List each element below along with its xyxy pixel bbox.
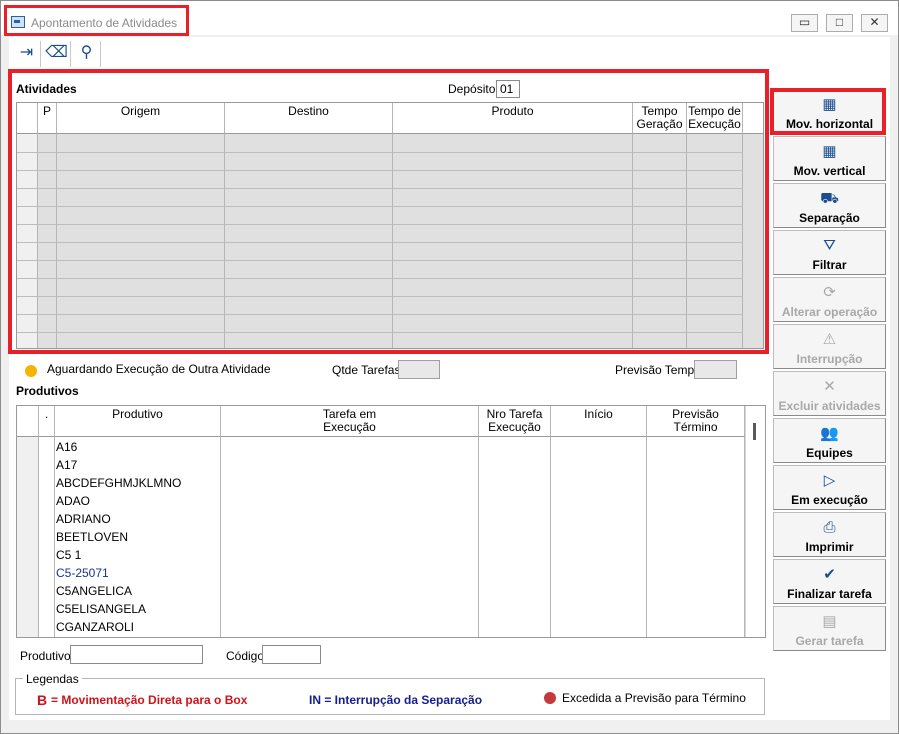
- produtivo-row-name[interactable]: A16: [56, 440, 77, 454]
- previsao-tempo-field: [694, 360, 737, 379]
- produtivo-row-name[interactable]: ADRIANO: [56, 512, 111, 526]
- col-dot: [39, 437, 55, 637]
- col-nro-line1: Nro Tarefa: [486, 407, 543, 421]
- legend-in-text: IN = Interrupção da Separação: [309, 693, 483, 707]
- side-button-label: Gerar tarefa: [795, 634, 864, 648]
- produtivo-row-name[interactable]: C5ANGELICA: [56, 584, 132, 598]
- filter-icon: ⛛: [823, 237, 836, 254]
- previsao-tempo-label: Previsão Tempo: [615, 363, 701, 377]
- col-tarefa-line1: Tarefa em: [322, 407, 377, 421]
- col-tarefa-header[interactable]: Tarefa em Execução: [221, 406, 479, 437]
- hand-truck-icon: ⛟: [820, 190, 839, 207]
- aguardando-label: Aguardando Execução de Outra Atividade: [47, 362, 271, 376]
- side-button-alterar-opera-o[interactable]: ⟳ Alterar operação: [773, 277, 886, 322]
- side-button-equipes[interactable]: 👥 Equipes: [773, 418, 886, 463]
- codigo-filter-label: Código: [226, 649, 265, 663]
- produtivo-filter-label: Produtivo: [20, 649, 71, 663]
- side-button-gerar-tarefa[interactable]: ▤ Gerar tarefa: [773, 606, 886, 651]
- side-button-label: Filtrar: [812, 258, 847, 272]
- side-button-label: Equipes: [806, 446, 853, 460]
- printer-icon: ⎙: [823, 519, 836, 536]
- side-button-label: Excluir atividades: [778, 399, 881, 413]
- produtivo-row-name[interactable]: ADAO: [56, 494, 90, 508]
- side-button-em-execu-o[interactable]: ▷ Em execução: [773, 465, 886, 510]
- mov-horizontal-highlight: [770, 88, 886, 135]
- produtivo-filter-input[interactable]: [70, 645, 203, 664]
- col-previsao-line2: Término: [673, 420, 718, 434]
- side-button-separa-o[interactable]: ⛟ Separação: [773, 183, 886, 228]
- produtivo-row-name[interactable]: C5-25071: [56, 566, 109, 580]
- check-icon: ✔: [823, 566, 836, 583]
- codigo-filter-input[interactable]: [262, 645, 321, 664]
- close-icon: ✕: [823, 378, 836, 395]
- col-previsao-line1: Previsão: [672, 407, 719, 421]
- produtivos-scroll-thumb[interactable]: [753, 423, 756, 440]
- col-dot-header[interactable]: .: [39, 406, 55, 437]
- toolbar: ⇥ ⌫ ⚲: [9, 37, 890, 68]
- side-button-filtrar[interactable]: ⛛ Filtrar: [773, 230, 886, 275]
- eraser-icon[interactable]: ⌫: [43, 41, 71, 67]
- col-produtivo-header[interactable]: Produtivo: [55, 406, 221, 437]
- qtde-tarefas-label: Qtde Tarefas: [332, 363, 401, 377]
- legend-excedida-text: Excedida a Previsão para Término: [562, 691, 746, 705]
- search-icon[interactable]: ⚲: [73, 41, 101, 67]
- warning-icon: ⚠: [822, 331, 837, 348]
- legend-excedida-dot: [544, 692, 556, 704]
- side-button-label: Separação: [799, 211, 860, 225]
- col-inicio-header[interactable]: Início: [551, 406, 647, 437]
- side-button-imprimir[interactable]: ⎙ Imprimir: [773, 512, 886, 557]
- produtivo-row-name[interactable]: C5ELISANGELA: [56, 602, 146, 616]
- side-button-interrup-o[interactable]: ⚠ Interrupção: [773, 324, 886, 369]
- title-highlight: [4, 5, 189, 36]
- produtivo-row-name[interactable]: C5 1: [56, 548, 81, 562]
- legendas-title: Legendas: [23, 672, 82, 686]
- side-button-finalizar-tarefa[interactable]: ✔ Finalizar tarefa: [773, 559, 886, 604]
- side-button-label: Mov. vertical: [793, 164, 866, 178]
- produtivo-row-name[interactable]: ABCDEFGHMJKLMNO: [56, 476, 181, 490]
- side-button-label: Interrupção: [796, 352, 863, 366]
- row-indicator-column: [17, 437, 39, 637]
- title-bar: Apontamento de Atividades ▭ □ ✕: [1, 1, 898, 36]
- col-nro-line2: Execução: [488, 420, 541, 434]
- col-nro-tarefa-header[interactable]: Nro Tarefa Execução: [479, 406, 551, 437]
- close-button[interactable]: ✕: [861, 14, 888, 32]
- minimize-button[interactable]: ▭: [791, 14, 818, 32]
- aguardando-dot: [25, 365, 37, 377]
- refresh-icon: ⟳: [823, 284, 836, 301]
- col-nro-tarefa: [479, 437, 551, 637]
- side-button-label: Imprimir: [805, 540, 854, 554]
- col-tarefa-line2: Execução: [323, 420, 376, 434]
- main-window: Apontamento de Atividades ▭ □ ✕ ⇥ ⌫ ⚲ At…: [0, 0, 899, 734]
- side-button-mov-vertical[interactable]: ▦ Mov. vertical: [773, 136, 886, 181]
- produtivos-label: Produtivos: [16, 384, 79, 398]
- col-previsao: [647, 437, 745, 637]
- exit-icon[interactable]: ⇥: [13, 41, 41, 67]
- side-button-excluir-atividades[interactable]: ✕ Excluir atividades: [773, 371, 886, 416]
- maximize-button[interactable]: □: [826, 14, 853, 32]
- qtde-tarefas-field: [398, 360, 440, 379]
- produtivo-row-name[interactable]: A17: [56, 458, 77, 472]
- legend-b-text: = Movimentação Direta para o Box: [51, 693, 248, 707]
- document-icon: ▤: [822, 613, 837, 630]
- produtivo-row-name[interactable]: BEETLOVEN: [56, 530, 128, 544]
- side-button-label: Alterar operação: [781, 305, 878, 319]
- col-inicio: [551, 437, 647, 637]
- play-icon: ▷: [823, 472, 836, 489]
- produtivos-scrollbar[interactable]: [745, 406, 765, 637]
- col-tarefa: [221, 437, 479, 637]
- users-icon: 👥: [820, 425, 839, 442]
- atividades-highlight: [8, 69, 769, 354]
- produtivo-row-name[interactable]: CGANZAROLI: [56, 620, 134, 634]
- side-button-label: Em execução: [791, 493, 868, 507]
- pallet-vertical-icon: ▦: [822, 143, 837, 160]
- legend-b-letter: B: [37, 692, 48, 708]
- col-previsao-header[interactable]: Previsão Término: [647, 406, 745, 437]
- side-button-label: Finalizar tarefa: [787, 587, 872, 601]
- row-indicator-header: [17, 406, 39, 437]
